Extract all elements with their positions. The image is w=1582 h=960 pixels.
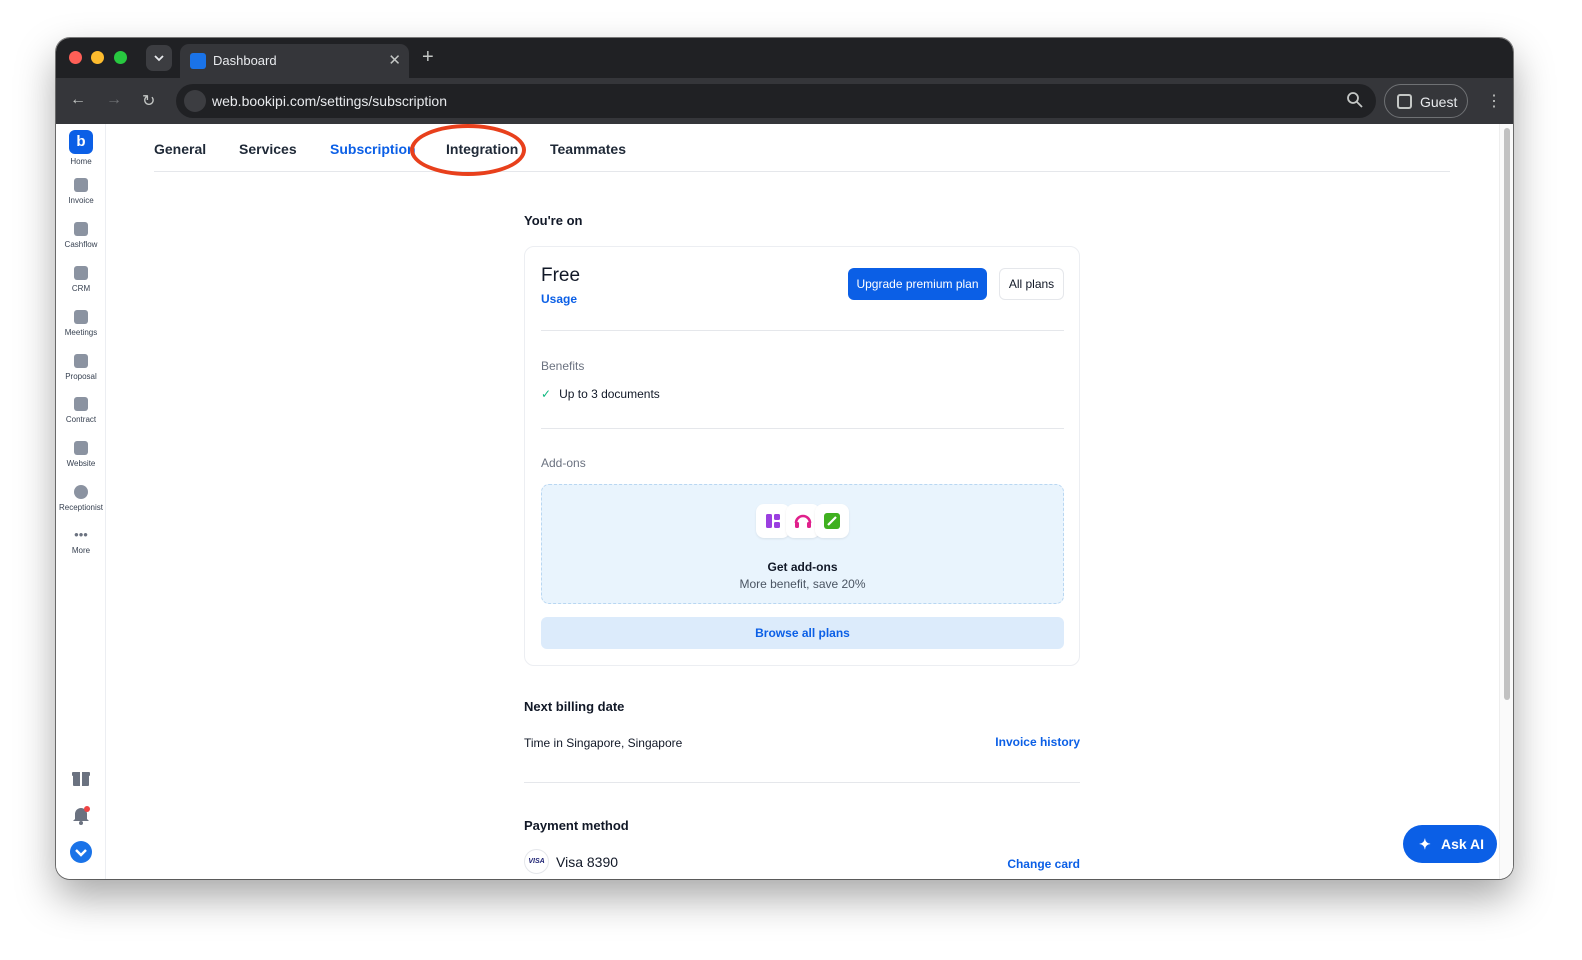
card-text: Visa 8390	[556, 854, 619, 870]
sidebar-item-label: Cashflow	[64, 240, 98, 249]
invoice-icon	[74, 178, 88, 192]
sidebar-item-label: Website	[66, 459, 96, 468]
sidebar-item-label: CRM	[71, 284, 91, 293]
sidebar-item-label: Invoice	[68, 196, 94, 205]
invoice-history-link[interactable]: Invoice history	[995, 735, 1080, 749]
bookipi-favicon-icon	[190, 53, 206, 69]
bell-icon[interactable]	[69, 803, 93, 827]
annotation-ellipse	[410, 124, 526, 176]
contract-addon-icon	[815, 504, 849, 538]
profile-button[interactable]: Guest	[1384, 84, 1468, 118]
reload-button[interactable]: ↻	[142, 91, 155, 111]
sidebar-item-invoice[interactable]: Invoice	[56, 178, 106, 205]
tab-subscription[interactable]: Subscription	[330, 141, 416, 157]
close-tab-icon[interactable]: ✕	[388, 51, 401, 69]
title-bar: Dashboard ✕ +	[56, 38, 1513, 78]
sidebar: b Home Invoice Cashflow CRM Meetings Pro…	[56, 124, 106, 879]
visa-card-icon: VISA	[524, 849, 549, 874]
profile-label: Guest	[1420, 94, 1458, 110]
sidebar-item-label: Home	[70, 157, 92, 166]
forward-button[interactable]: →	[106, 91, 122, 109]
benefit-text: Up to 3 documents	[559, 387, 660, 401]
change-card-link[interactable]: Change card	[1007, 857, 1080, 871]
sidebar-item-label: Contract	[65, 415, 97, 424]
gift-icon[interactable]	[69, 766, 93, 790]
tab-search-button[interactable]	[146, 45, 172, 71]
settings-tabs: General Services Subscription Integratio…	[154, 124, 1450, 176]
address-bar[interactable]: web.bookipi.com/settings/subscription	[176, 84, 1376, 118]
sidebar-item-more[interactable]: ••• More	[56, 527, 106, 555]
tab-services[interactable]: Services	[239, 141, 297, 157]
browse-all-plans-button[interactable]: Browse all plans	[541, 617, 1064, 649]
plan-name: Free	[541, 265, 581, 286]
addons-subtitle: More benefit, save 20%	[739, 577, 866, 591]
scrollbar[interactable]	[1499, 124, 1513, 879]
upgrade-premium-button[interactable]: Upgrade premium plan	[848, 268, 987, 300]
tab-general[interactable]: General	[154, 141, 206, 157]
site-settings-icon[interactable]	[184, 90, 206, 112]
addons-box[interactable]: Get add-ons More benefit, save 20%	[541, 484, 1064, 604]
page-content: b Home Invoice Cashflow CRM Meetings Pro…	[56, 124, 1513, 879]
meetings-icon	[74, 310, 88, 324]
maximize-window-button[interactable]	[114, 51, 127, 64]
sidebar-item-cashflow[interactable]: Cashflow	[56, 222, 106, 249]
addons-title: Get add-ons	[767, 560, 838, 574]
sidebar-item-website[interactable]: Website	[56, 441, 106, 468]
billing-timezone-text: Time in Singapore, Singapore	[524, 736, 683, 750]
check-icon: ✓	[541, 387, 552, 401]
website-icon	[74, 441, 88, 455]
url-text[interactable]: web.bookipi.com/settings/subscription	[212, 93, 447, 109]
browser-tab[interactable]: Dashboard ✕	[180, 44, 409, 78]
crm-icon	[74, 266, 88, 280]
billing-heading: Next billing date	[524, 699, 625, 714]
browser-menu-icon[interactable]: ⋮	[1486, 91, 1502, 111]
sidebar-item-contract[interactable]: Contract	[56, 397, 106, 424]
divider	[524, 782, 1080, 783]
sidebar-item-home[interactable]: b Home	[56, 130, 106, 166]
sidebar-item-proposal[interactable]: Proposal	[56, 354, 106, 381]
benefits-label: Benefits	[541, 359, 585, 373]
sidebar-item-label: Meetings	[64, 328, 98, 337]
sidebar-item-label: More	[71, 546, 91, 555]
browser-window: Dashboard ✕ + ← → ↻ web.bookipi.com/sett…	[56, 38, 1513, 879]
ask-ai-label: Ask AI	[1441, 836, 1485, 852]
payment-heading: Payment method	[524, 818, 629, 833]
browser-toolbar: ← → ↻ web.bookipi.com/settings/subscript…	[56, 78, 1513, 124]
scroll-thumb[interactable]	[1504, 128, 1510, 700]
divider	[541, 428, 1064, 429]
tab-title: Dashboard	[213, 53, 277, 68]
sidebar-item-label: Proposal	[65, 372, 97, 381]
sparkle-icon: ✦	[1419, 836, 1431, 852]
plan-heading: You're on	[524, 213, 583, 228]
tab-teammates[interactable]: Teammates	[550, 141, 626, 157]
close-window-button[interactable]	[69, 51, 82, 64]
new-tab-button[interactable]: +	[422, 46, 434, 69]
proposal-icon	[74, 354, 88, 368]
sidebar-item-receptionist[interactable]: Receptionist	[56, 485, 106, 512]
website-addon-icon	[756, 504, 790, 538]
cashflow-icon	[74, 222, 88, 236]
receptionist-icon	[74, 485, 88, 499]
contract-icon	[74, 397, 88, 411]
divider	[541, 330, 1064, 331]
zoom-icon[interactable]	[1346, 91, 1364, 109]
minimize-window-button[interactable]	[91, 51, 104, 64]
addons-label: Add-ons	[541, 456, 586, 470]
sidebar-item-label: Receptionist	[58, 503, 104, 512]
chevron-down-icon	[154, 54, 164, 61]
back-button[interactable]: ←	[70, 91, 86, 109]
plan-card: Free Usage Upgrade premium plan All plan…	[524, 246, 1080, 666]
sidebar-item-meetings[interactable]: Meetings	[56, 310, 106, 337]
profile-icon	[1397, 94, 1412, 109]
bookipi-logo-icon: b	[69, 130, 93, 154]
benefit-item: ✓ Up to 3 documents	[541, 387, 660, 401]
ask-ai-button[interactable]: ✦ Ask AI	[1403, 825, 1497, 863]
sidebar-item-crm[interactable]: CRM	[56, 266, 106, 293]
addon-icons	[756, 504, 851, 538]
usage-link[interactable]: Usage	[541, 292, 577, 306]
all-plans-button[interactable]: All plans	[999, 268, 1064, 300]
account-chevron-icon[interactable]	[69, 840, 93, 864]
more-icon: •••	[74, 527, 88, 542]
